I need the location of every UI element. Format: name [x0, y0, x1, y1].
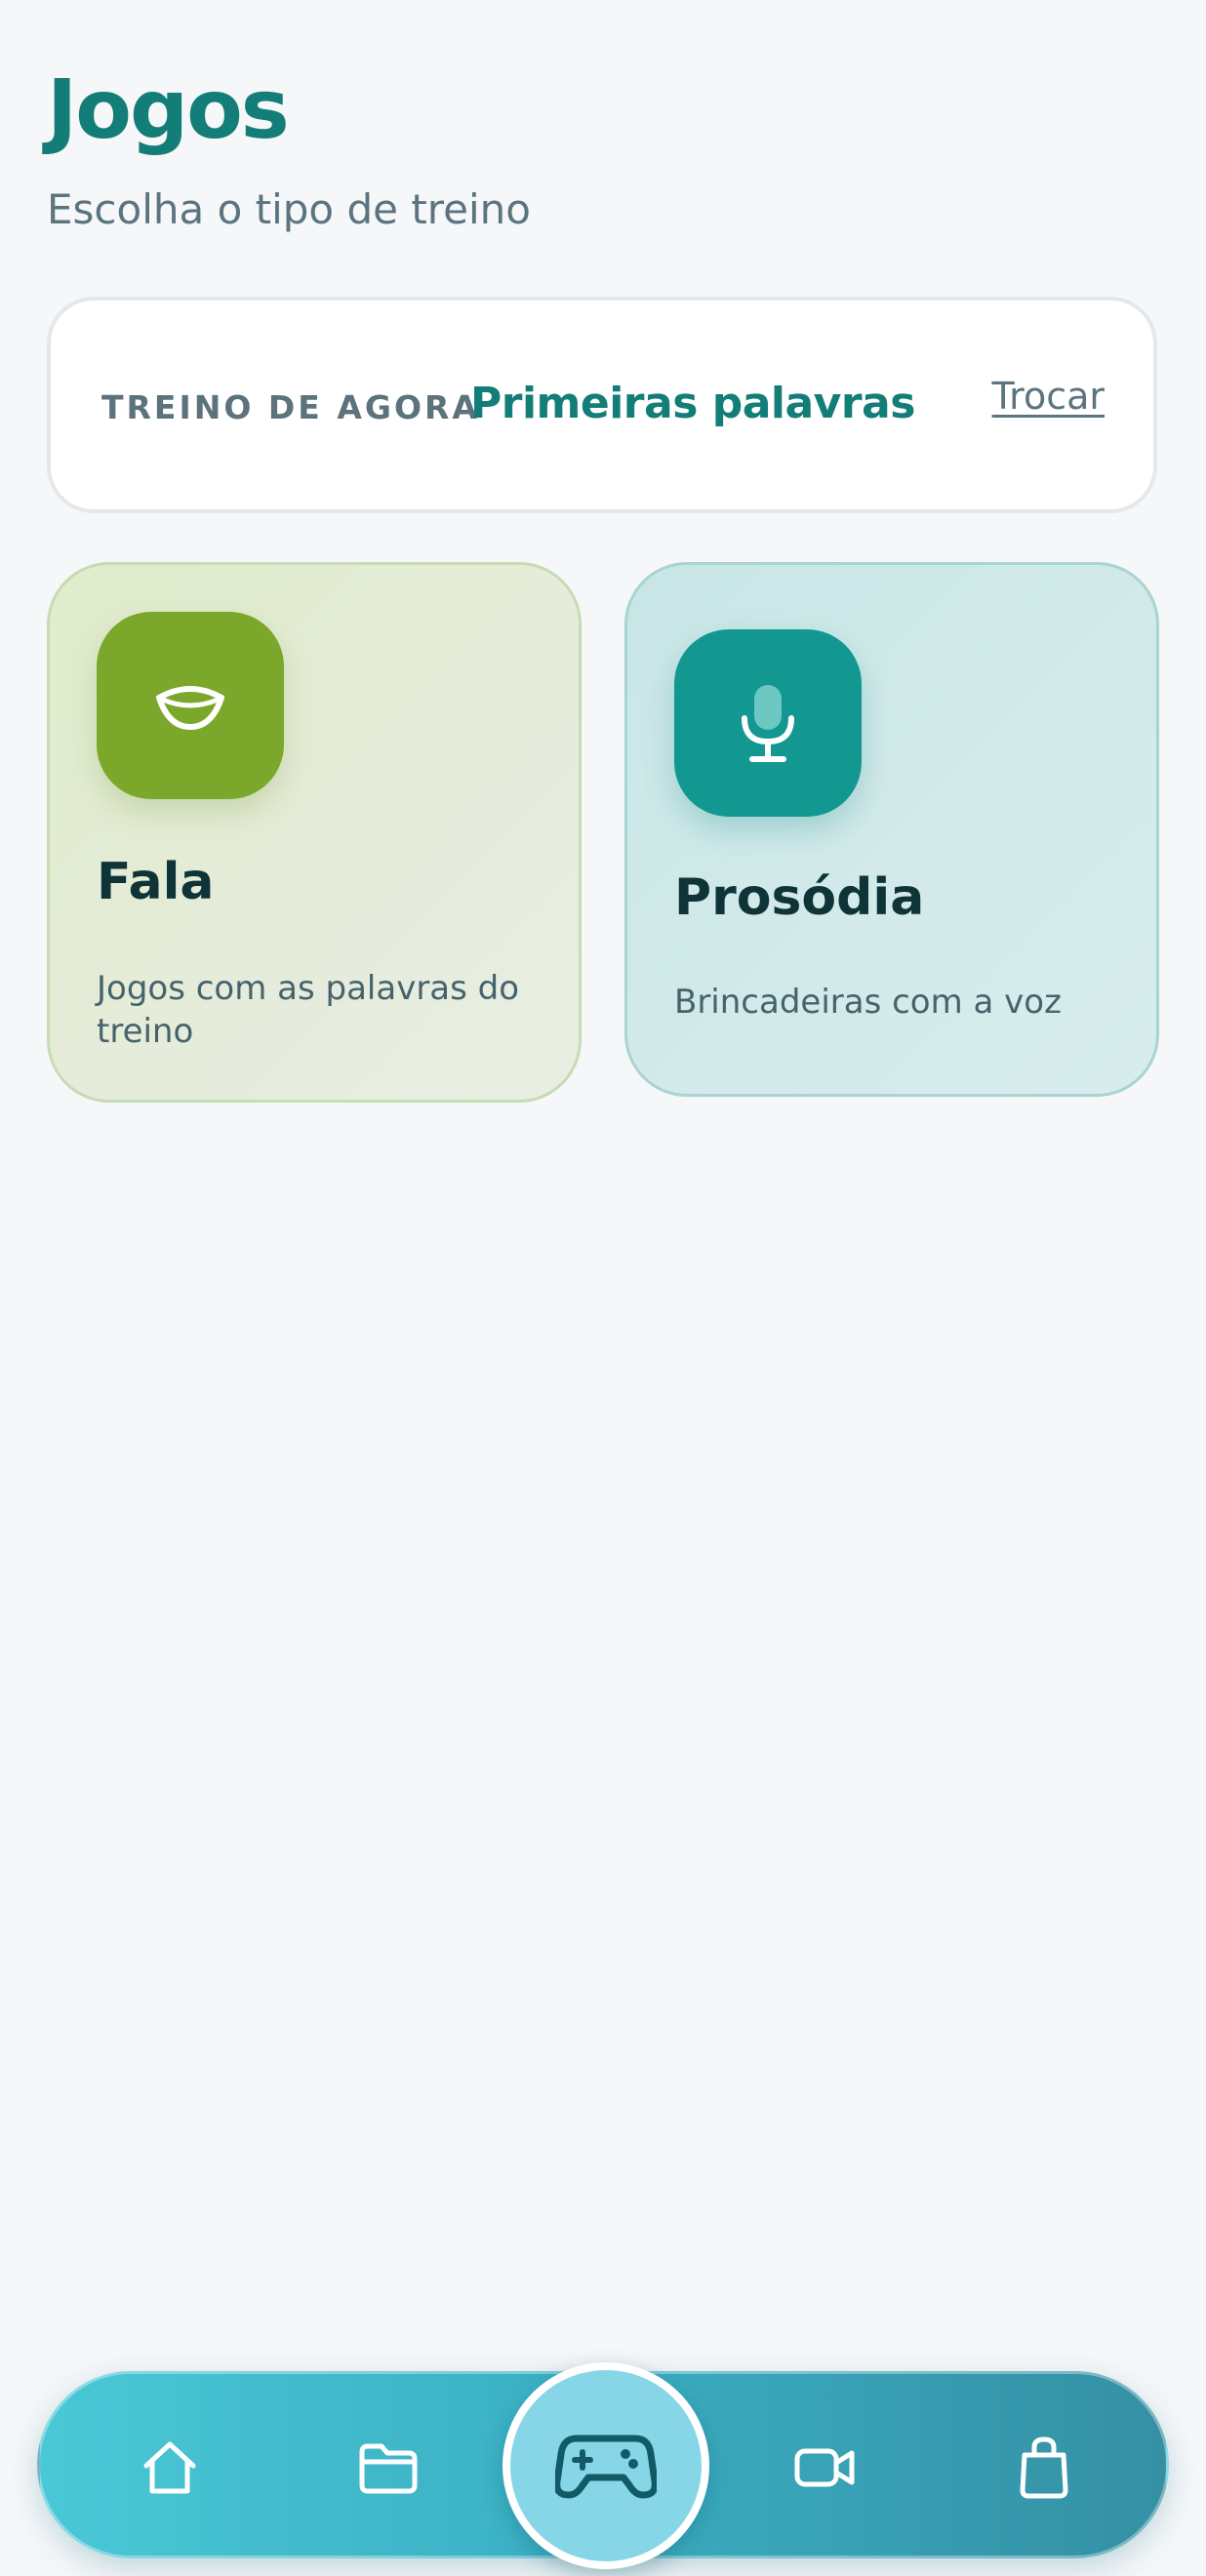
- home-icon: [143, 2441, 196, 2494]
- bottom-nav-bar: [37, 2362, 1169, 2569]
- shopping-bag-icon: [1020, 2436, 1068, 2499]
- game-card-title: Fala: [97, 853, 215, 911]
- nav-shop-button[interactable]: [971, 2374, 1117, 2561]
- game-card-title: Prosódia: [674, 868, 925, 927]
- mouth-icon: [156, 686, 224, 730]
- game-card-prosodia[interactable]: Prosódia Brincadeiras com a voz: [624, 562, 1159, 1097]
- game-icon-tile-fala: [97, 612, 284, 799]
- current-training-value: Primeiras palavras: [470, 379, 915, 428]
- gamepad-icon: [555, 2435, 657, 2499]
- game-card-fala[interactable]: Fala Jogos com as palavras do treino: [47, 562, 582, 1103]
- nav-folder-button[interactable]: [315, 2374, 462, 2561]
- nav-games-button[interactable]: [502, 2362, 709, 2569]
- games-screen: Jogos Escolha o tipo de treino TREINO DE…: [0, 0, 1206, 2576]
- nav-video-button[interactable]: [752, 2374, 899, 2561]
- current-training-card: TREINO DE AGORA Primeiras palavras Troca…: [47, 297, 1157, 513]
- current-training-label: TREINO DE AGORA: [101, 388, 480, 426]
- swap-training-link[interactable]: Trocar: [992, 375, 1105, 420]
- microphone-icon: [742, 685, 794, 762]
- game-icon-tile-prosodia: [674, 629, 862, 817]
- video-camera-icon: [794, 2448, 855, 2487]
- page-title: Jogos: [47, 61, 290, 157]
- nav-home-button[interactable]: [97, 2374, 243, 2561]
- page-subtitle: Escolha o tipo de treino: [47, 185, 531, 233]
- game-card-description: Brincadeiras com a voz: [674, 983, 1062, 1022]
- game-card-description: Jogos com as palavras do treino: [97, 969, 520, 1052]
- folder-icon: [359, 2443, 418, 2494]
